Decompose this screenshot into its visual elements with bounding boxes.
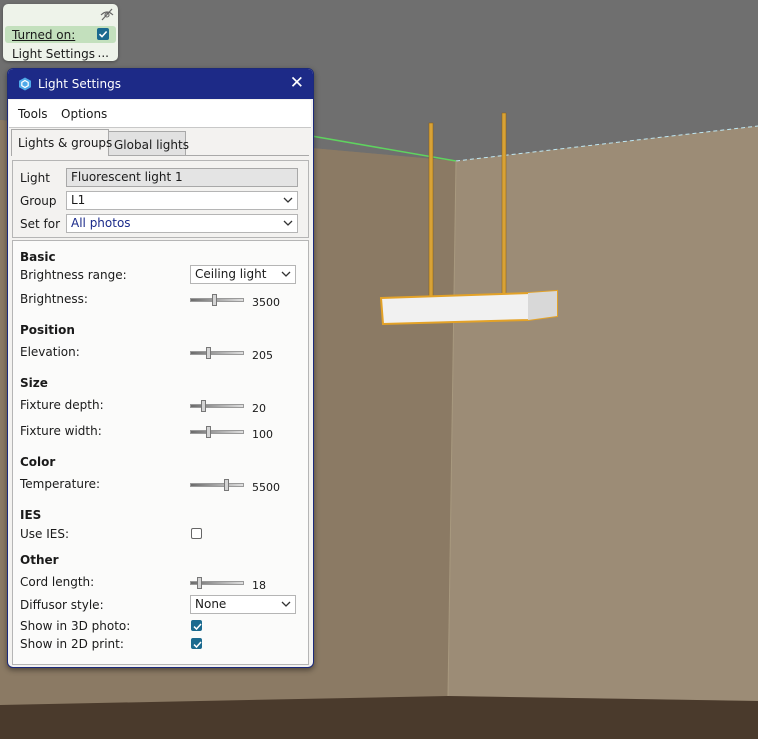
app-logo-icon <box>19 77 31 91</box>
show-3d-photo-checkbox[interactable] <box>191 620 202 631</box>
diffusor-style-label: Diffusor style: <box>20 598 104 612</box>
group-value: L1 <box>71 193 86 207</box>
tab-global-lights[interactable]: Global lights <box>108 131 189 156</box>
show-2d-print-label: Show in 2D print: <box>20 637 124 651</box>
menu-options[interactable]: Options <box>61 107 107 121</box>
fixture-depth-label: Fixture depth: <box>20 398 104 412</box>
group-label: Group <box>20 194 57 208</box>
show-3d-photo-label: Show in 3D photo: <box>20 619 131 633</box>
section-basic: Basic <box>20 250 56 264</box>
right-wall <box>448 126 758 701</box>
light-name-field: Fluorescent light 1 <box>66 168 298 187</box>
tab-global-lights-label: Global lights <box>114 138 189 152</box>
slider-thumb[interactable] <box>212 294 217 306</box>
temperature-label: Temperature: <box>20 477 101 491</box>
use-ies-label: Use IES: <box>20 527 70 541</box>
brightness-slider[interactable] <box>190 294 244 306</box>
diffusor-style-dropdown[interactable]: None <box>190 595 296 614</box>
slider-thumb[interactable] <box>224 479 229 491</box>
brightness-range-value: Ceiling light <box>195 267 267 281</box>
section-size: Size <box>20 376 48 390</box>
slider-thumb[interactable] <box>206 426 211 438</box>
light-settings-link[interactable]: Light Settings <box>12 47 95 61</box>
light-properties-box: Basic Brightness range: Ceiling light Br… <box>12 240 309 665</box>
cord-length-label: Cord length: <box>20 575 95 589</box>
section-color: Color <box>20 455 56 469</box>
temperature-slider[interactable] <box>190 479 244 491</box>
chevron-down-icon <box>281 601 291 607</box>
slider-thumb[interactable] <box>197 577 202 589</box>
section-other: Other <box>20 553 59 567</box>
light-selection-box: Light Fluorescent light 1 Group L1 Set f… <box>12 160 309 238</box>
cord-length-slider[interactable] <box>190 577 244 589</box>
menu-tools[interactable]: Tools <box>18 107 48 121</box>
light-label: Light <box>20 171 50 185</box>
cord-left <box>428 122 434 299</box>
elevation-value: 205 <box>252 349 273 362</box>
use-ies-checkbox[interactable] <box>191 528 202 539</box>
slider-thumb[interactable] <box>201 400 206 412</box>
fixture-width-slider[interactable] <box>190 426 244 438</box>
dialog-title: Light Settings <box>38 77 121 91</box>
diffusor-style-value: None <box>195 597 227 611</box>
cord-length-value: 18 <box>252 579 266 592</box>
brightness-value: 3500 <box>252 296 280 309</box>
turned-on-row[interactable]: Turned on: <box>5 26 116 43</box>
close-icon[interactable]: ✕ <box>290 74 304 92</box>
turned-on-label: Turned on: <box>12 28 76 42</box>
brightness-range-dropdown[interactable]: Ceiling light <box>190 265 296 284</box>
fixture-width-label: Fixture width: <box>20 424 102 438</box>
slider-thumb[interactable] <box>206 347 211 359</box>
menu-bar: Tools Options <box>9 100 311 128</box>
set-for-dropdown[interactable]: All photos <box>66 214 298 233</box>
cord-right <box>501 112 507 295</box>
show-2d-print-checkbox[interactable] <box>191 638 202 649</box>
set-for-value: All photos <box>71 216 131 230</box>
fixture-depth-value: 20 <box>252 402 266 415</box>
elevation-slider[interactable] <box>190 347 244 359</box>
brightness-range-label: Brightness range: <box>20 268 127 282</box>
elevation-label: Elevation: <box>20 345 80 359</box>
tab-lights-and-groups-label: Lights & groups <box>18 136 113 150</box>
fixture-width-value: 100 <box>252 428 273 441</box>
more-button[interactable]: ... <box>98 46 109 60</box>
section-ies: IES <box>20 508 42 522</box>
mini-light-panel: Turned on: Light Settings ... <box>3 4 118 61</box>
brightness-label: Brightness: <box>20 292 88 306</box>
chevron-down-icon <box>281 271 291 277</box>
set-for-label: Set for <box>20 217 61 231</box>
visibility-toggle-icon[interactable] <box>100 7 114 21</box>
light-settings-dialog: Light Settings ✕ Tools Options Lights & … <box>7 68 314 668</box>
section-position: Position <box>20 323 75 337</box>
dialog-title-bar[interactable]: Light Settings ✕ <box>8 69 313 99</box>
chevron-down-icon <box>283 220 293 226</box>
light-name-value: Fluorescent light 1 <box>71 170 183 184</box>
turned-on-checkbox[interactable] <box>97 28 109 40</box>
fixture-depth-slider[interactable] <box>190 400 244 412</box>
tab-lights-and-groups[interactable]: Lights & groups <box>11 129 113 156</box>
group-dropdown[interactable]: L1 <box>66 191 298 210</box>
temperature-value: 5500 <box>252 481 280 494</box>
chevron-down-icon <box>283 197 293 203</box>
